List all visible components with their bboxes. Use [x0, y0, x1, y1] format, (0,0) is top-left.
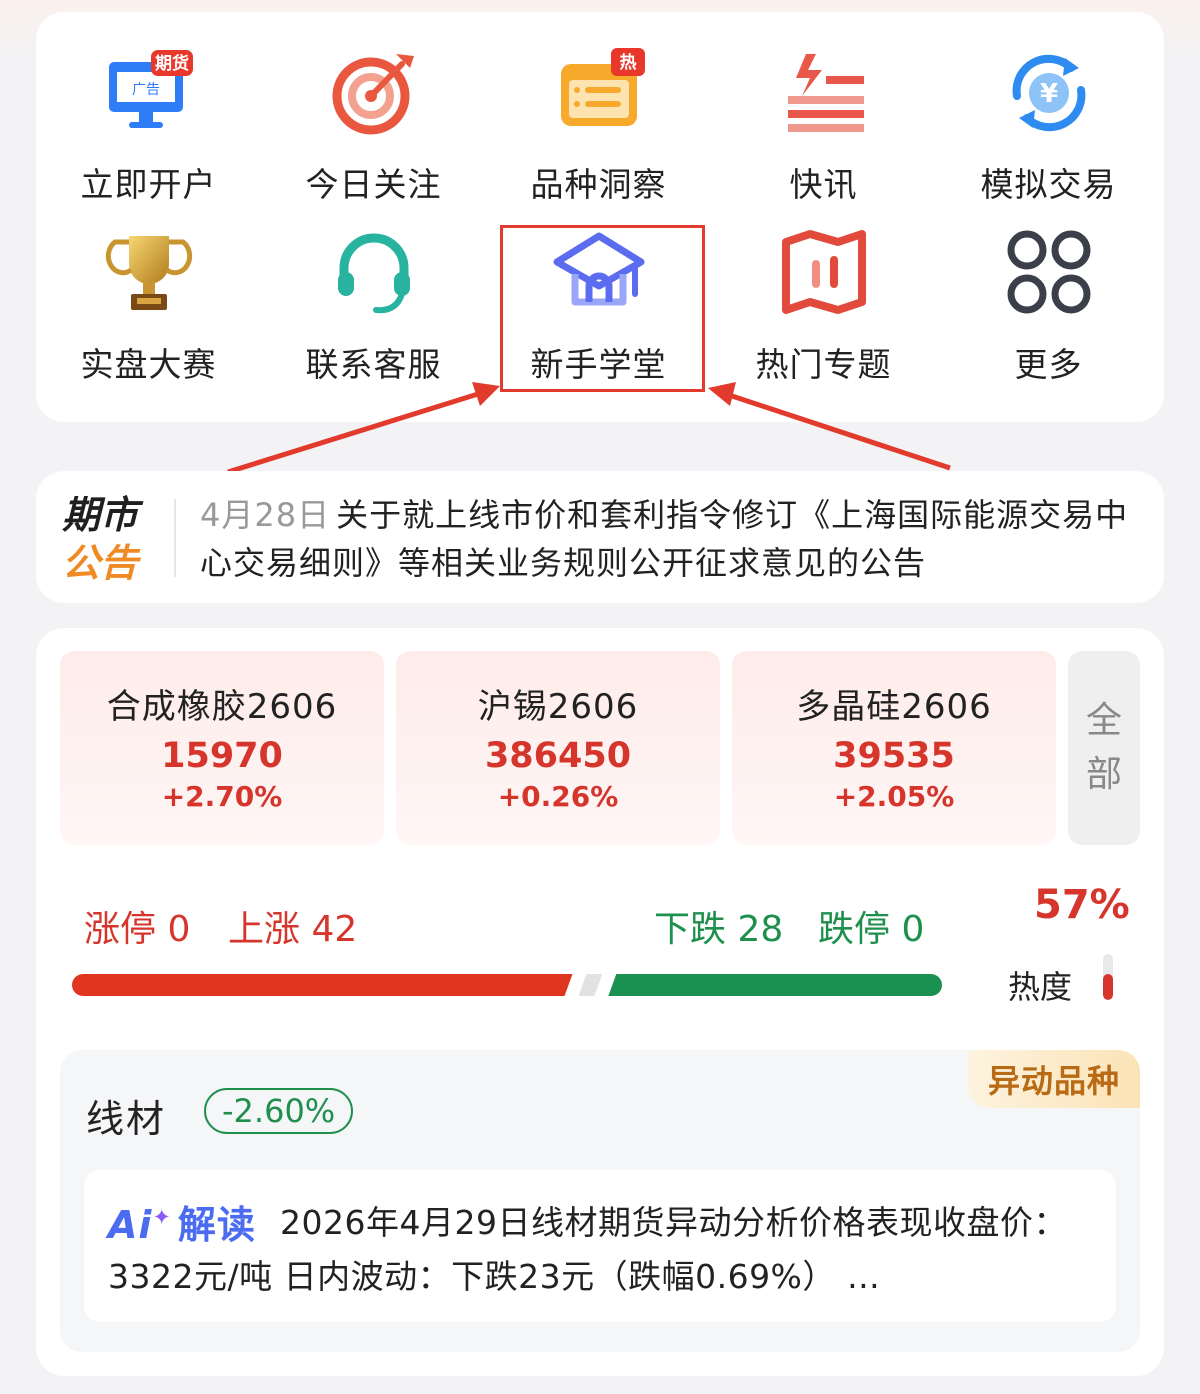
heat-label: 热度 — [1008, 968, 1073, 1006]
heat-gauge-fill — [1103, 973, 1113, 1000]
limit-up-count: 涨停 0 — [84, 909, 191, 950]
grid-item-label: 实盘大赛 — [80, 345, 217, 384]
breadth-bar-flat — [579, 974, 603, 996]
graduation-cap-icon — [551, 224, 647, 320]
notice-logo-line1: 期市 — [62, 493, 139, 537]
all-button-line1: 全 — [1085, 700, 1122, 741]
quote-card[interactable]: 合成橡胶2606 15970 +2.70% — [60, 651, 384, 845]
grid-item-live-contest[interactable]: 实盘大赛 — [36, 192, 261, 384]
ai-interpret-logo: Ai✦ 解读 — [108, 1194, 256, 1249]
divider — [174, 499, 176, 577]
grid-item-today-focus[interactable]: 今日关注 — [261, 12, 486, 204]
quote-name: 沪锡2606 — [477, 687, 639, 727]
monitor-screen-text: 广告 — [132, 82, 160, 98]
grid-item-hot-topics[interactable]: 热门专题 — [711, 192, 936, 384]
breadth-bar — [72, 974, 942, 996]
grid-item-open-account[interactable]: 广告 期货 立即开户 — [36, 12, 261, 204]
trophy-icon — [101, 224, 197, 320]
quote-price: 386450 — [484, 736, 632, 776]
breadth-bar-down — [608, 974, 942, 996]
quick-access-card: 广告 期货 立即开户 今日关注 热 品种洞察 快讯 ¥ 模拟交易 实盘大赛 联系… — [36, 12, 1164, 422]
quote-name: 多晶硅2606 — [796, 687, 992, 727]
abnormal-variety-panel[interactable]: 异动品种 线材 -2.60% 2026年4月29日线材期货异动分析价格表现收盘价… — [60, 1050, 1140, 1352]
quote-price: 15970 — [161, 736, 283, 776]
grid-item-more[interactable]: 更多 — [936, 192, 1161, 384]
abnormal-change-badge: -2.60% — [204, 1088, 354, 1134]
yuan-exchange-icon: ¥ — [1001, 44, 1097, 140]
quote-name: 合成橡胶2606 — [106, 687, 338, 727]
more-grid-icon — [1001, 224, 1097, 320]
notice-text[interactable]: 4月28日 关于就上线市价和套利指令修订《上海国际能源交易中心交易细则》等相关业务… — [200, 491, 1140, 587]
topic-map-icon — [776, 224, 872, 320]
quote-change: +2.70% — [161, 780, 283, 813]
notice-logo-line2: 公告 — [62, 541, 139, 585]
quote-price: 39535 — [833, 736, 955, 776]
limit-down-count: 跌停 0 — [818, 909, 925, 950]
notice-date: 4月28日 — [200, 496, 331, 534]
all-button-line2: 部 — [1085, 754, 1122, 795]
grid-item-label: 联系客服 — [305, 345, 442, 384]
breadth-bar-up — [72, 974, 573, 996]
grid-item-label: 新手学堂 — [530, 345, 667, 384]
futures-badge: 期货 — [155, 53, 189, 74]
grid-item-variety-insight[interactable]: 热 品种洞察 — [486, 12, 711, 204]
notice-card[interactable]: 期市 公告 4月28日 关于就上线市价和套利指令修订《上海国际能源交易中心交易细则… — [36, 471, 1164, 603]
heat-gauge — [1103, 954, 1113, 1000]
quote-card[interactable]: 沪锡2606 386450 +0.26% — [396, 651, 720, 845]
up-count: 上涨 42 — [228, 909, 358, 950]
down-count: 下跌 28 — [654, 909, 784, 950]
quote-change: +0.26% — [497, 780, 619, 813]
market-card: 合成橡胶2606 15970 +2.70% 沪锡2606 386450 +0.2… — [36, 628, 1164, 1376]
flash-news-icon — [776, 44, 872, 140]
notice-logo: 期市 公告 — [62, 491, 158, 587]
all-quotes-button[interactable]: 全 部 — [1068, 651, 1140, 845]
grid-item-label: 更多 — [1014, 345, 1083, 384]
headset-icon — [326, 224, 422, 320]
interpret-label: 解读 — [177, 1203, 256, 1247]
ai-label: Ai — [108, 1203, 153, 1247]
insight-list-icon: 热 — [551, 44, 647, 140]
monitor-futures-ad-icon: 广告 期货 — [101, 44, 197, 140]
sparkle-icon: ✦ — [152, 1205, 172, 1231]
notice-title: 关于就上线市价和套利指令修订《上海国际能源交易中心交易细则》等相关业务规则公开征… — [200, 496, 1129, 582]
heat-percent: 57% — [1034, 882, 1130, 928]
hot-badge: 热 — [619, 52, 636, 73]
ai-analysis-box[interactable]: 2026年4月29日线材期货异动分析价格表现收盘价：3322元/吨 日内波动：下… — [84, 1170, 1116, 1322]
grid-item-label: 热门专题 — [755, 345, 892, 384]
grid-item-beginner-academy[interactable]: 新手学堂 — [486, 192, 711, 384]
abnormal-variety-name: 线材 — [86, 1097, 167, 1141]
yuan-glyph: ¥ — [1039, 79, 1057, 109]
grid-item-flash-news[interactable]: 快讯 — [711, 12, 936, 204]
grid-item-customer-service[interactable]: 联系客服 — [261, 192, 486, 384]
quote-card[interactable]: 多晶硅2606 39535 +2.05% — [732, 651, 1056, 845]
grid-item-simulated-trading[interactable]: ¥ 模拟交易 — [936, 12, 1161, 204]
target-icon — [326, 44, 422, 140]
abnormal-tag: 异动品种 — [968, 1050, 1140, 1108]
quote-change: +2.05% — [833, 780, 955, 813]
